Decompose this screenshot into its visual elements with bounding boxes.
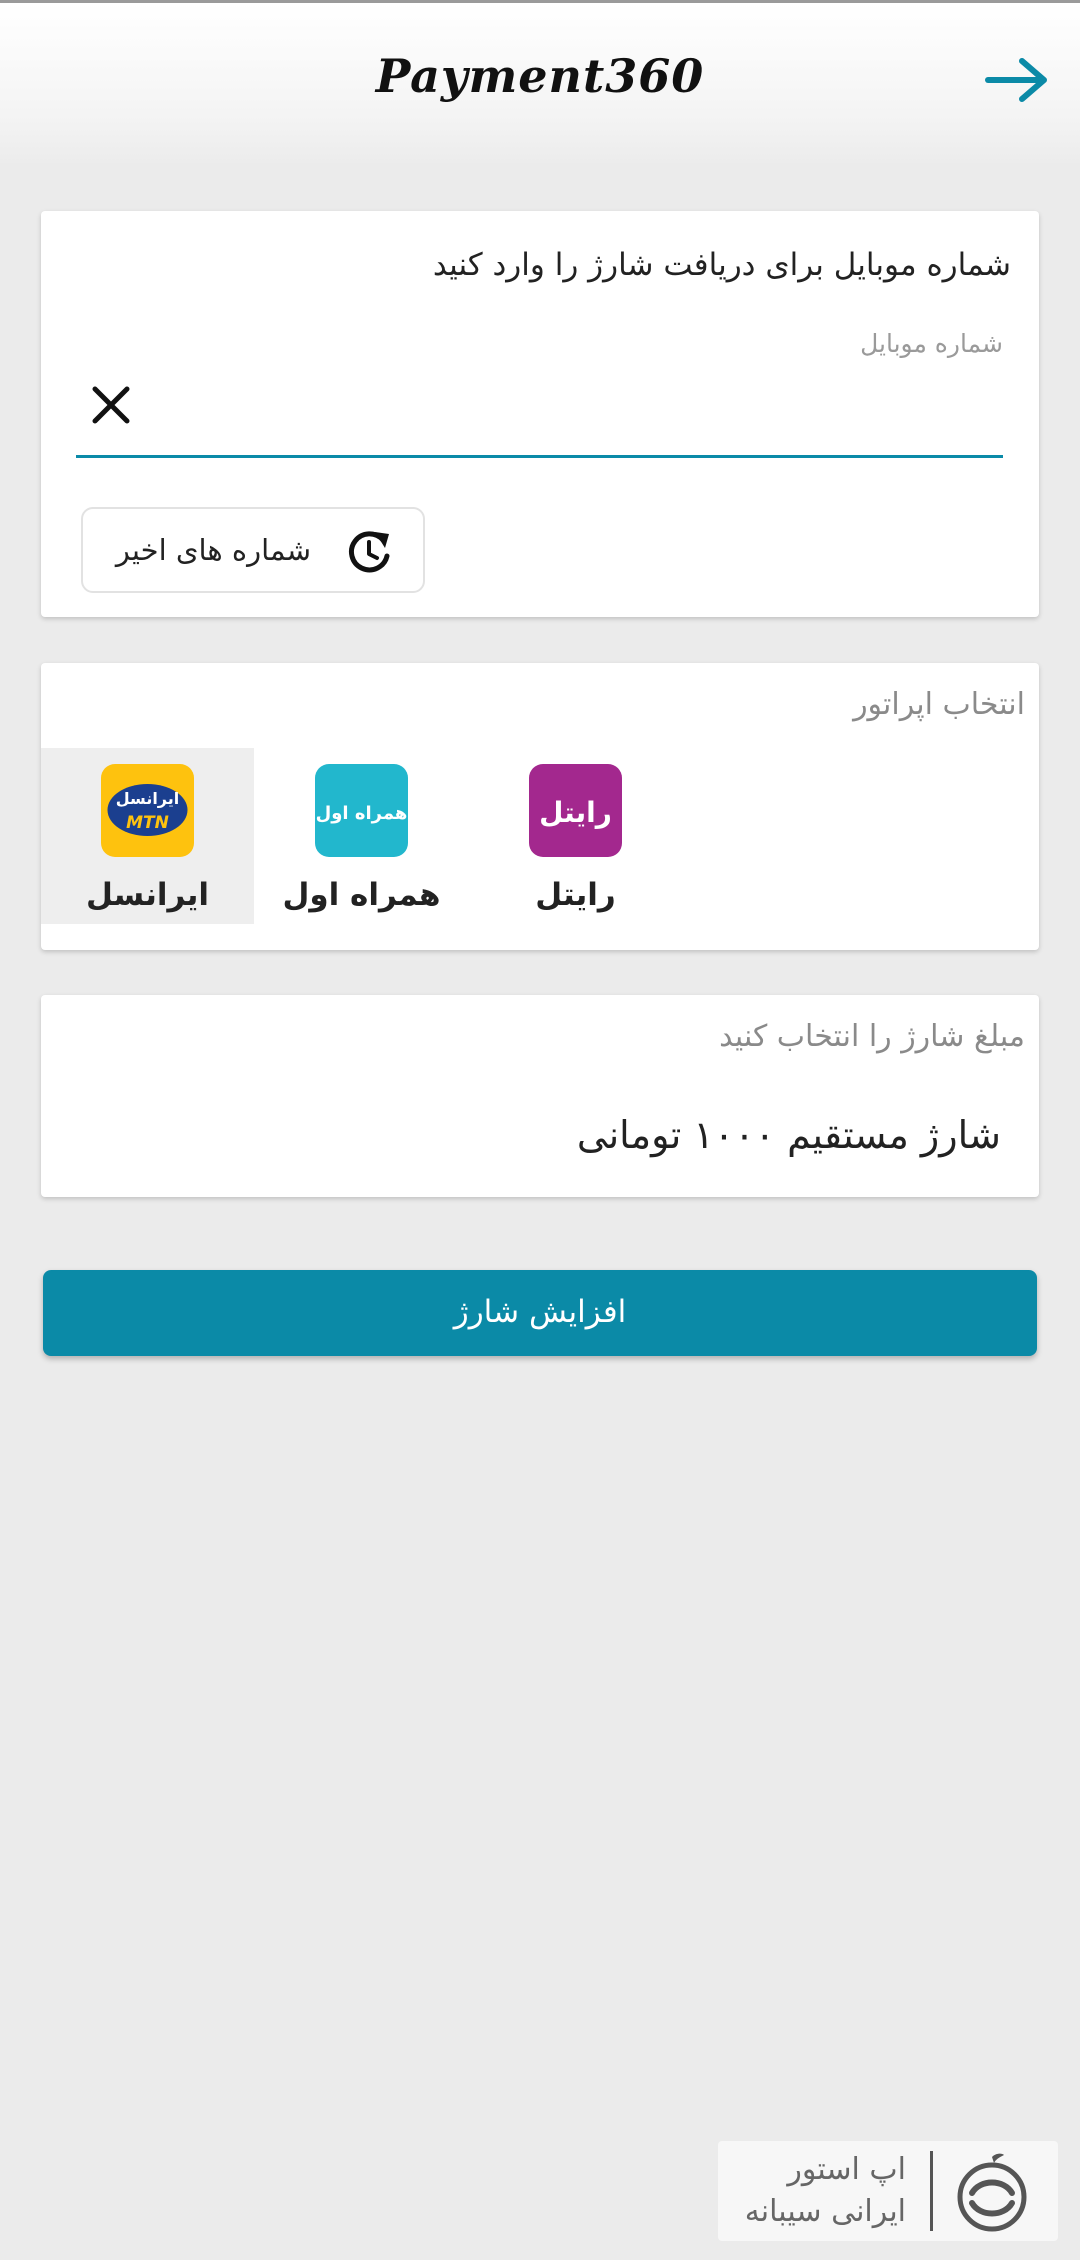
- operator-hamrah-aval[interactable]: همراه اول همراه اول: [255, 748, 468, 924]
- operator-irancell[interactable]: ایرانسل MTN ایرانسل: [41, 748, 254, 924]
- increase-charge-label: افزایش شارژ: [453, 1294, 627, 1330]
- mobile-number-input[interactable]: [151, 381, 1003, 441]
- apple-store-logo-icon: [957, 2153, 1027, 2232]
- operator-card-title: انتخاب اپراتور: [853, 687, 1025, 722]
- mobile-number-label: شماره موبایل: [860, 329, 1003, 358]
- irancell-logo-text: ایرانسل: [116, 789, 180, 808]
- operator-name-hamrah-aval: همراه اول: [282, 877, 441, 913]
- app-header: Payment360: [0, 3, 1080, 163]
- input-underline: [76, 455, 1003, 458]
- arrow-right-icon[interactable]: [984, 55, 1050, 105]
- amount-card-title: مبلغ شارژ را انتخاب کنید: [719, 1019, 1025, 1054]
- increase-charge-button[interactable]: افزایش شارژ: [43, 1270, 1037, 1356]
- phone-number-card: شماره موبایل برای دریافت شارژ را وارد کن…: [41, 211, 1039, 617]
- irancell-logo-sub: MTN: [126, 813, 169, 833]
- amount-card[interactable]: مبلغ شارژ را انتخاب کنید شارژ مستقیم ۱۰۰…: [41, 995, 1039, 1197]
- hamrah-aval-logo-text: همراه اول: [316, 803, 408, 824]
- app-title: Payment360: [375, 49, 705, 103]
- recent-numbers-button[interactable]: شماره های اخیر: [81, 507, 425, 593]
- selected-amount[interactable]: شارژ مستقیم ۱۰۰۰ تومانی: [577, 1113, 1001, 1157]
- close-icon[interactable]: [85, 379, 137, 431]
- operator-name-irancell: ایرانسل: [85, 877, 210, 913]
- store-badge-divider: [930, 2151, 933, 2231]
- history-icon: [349, 531, 390, 573]
- rightel-logo-text: رایتل: [539, 796, 612, 829]
- irancell-logo-icon: ایرانسل MTN: [101, 764, 194, 857]
- store-badge[interactable]: اپ استور ایرانی سیبانه: [718, 2141, 1058, 2241]
- rightel-logo-icon: رایتل: [529, 764, 622, 857]
- store-badge-line1: اپ استور: [787, 2152, 906, 2187]
- hamrah-aval-logo-icon: همراه اول: [315, 764, 408, 857]
- operator-name-rightel: رایتل: [535, 877, 616, 913]
- operator-rightel[interactable]: رایتل رایتل: [469, 748, 682, 924]
- recent-numbers-label: شماره های اخیر: [115, 533, 311, 567]
- operator-card: انتخاب اپراتور ایرانسل MTN ایرانسل همراه…: [41, 663, 1039, 950]
- store-badge-text: اپ استور ایرانی سیبانه: [745, 2149, 906, 2233]
- store-badge-line2: ایرانی سیبانه: [744, 2194, 906, 2229]
- phone-card-title: شماره موبایل برای دریافت شارژ را وارد کن…: [432, 247, 1011, 283]
